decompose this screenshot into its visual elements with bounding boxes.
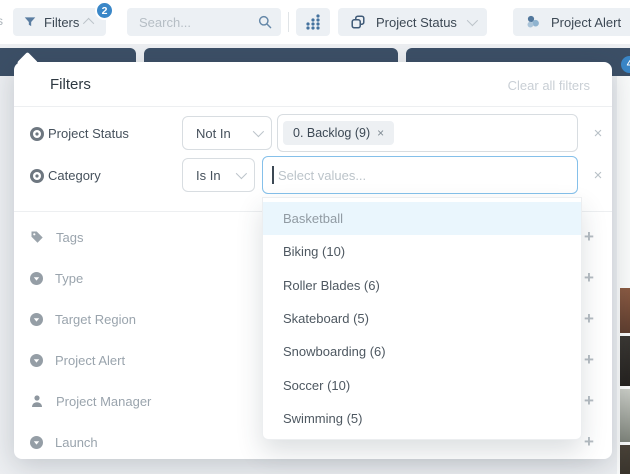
category-values-input[interactable] <box>262 156 578 194</box>
available-filter-label: Project Alert <box>55 353 125 368</box>
panel-title: Filters <box>50 76 91 93</box>
filter-field-label: Category <box>48 168 101 183</box>
add-filter-button[interactable]: + <box>580 309 598 329</box>
clear-all-filters-link[interactable]: Clear all filters <box>508 78 590 93</box>
tag-icon <box>30 230 44 244</box>
search-box <box>127 8 281 36</box>
project-alert-button[interactable]: Project Alert <box>513 8 630 36</box>
dropdown-option-snowboarding[interactable]: Snowboarding (6) <box>263 335 581 368</box>
person-icon <box>30 394 44 408</box>
chevron-down-icon <box>467 15 478 26</box>
toolbar: s Filters 2 <box>0 0 630 44</box>
filters-button-label: Filters <box>44 15 79 30</box>
status-ring-icon <box>30 127 44 141</box>
operator-value: Is In <box>196 168 221 183</box>
search-icon <box>257 14 273 30</box>
operator-select[interactable]: Not In <box>182 116 272 150</box>
group-by-label: Project Status <box>376 15 457 30</box>
add-filter-button[interactable]: + <box>580 391 598 411</box>
dropdown-option-biking[interactable]: Biking (10) <box>263 235 581 268</box>
add-filter-button[interactable]: + <box>580 350 598 370</box>
available-filter-label: Launch <box>55 435 98 450</box>
chip-remove-icon[interactable]: × <box>377 127 384 139</box>
dot-chart-icon <box>304 13 322 31</box>
card-photo-sliver <box>620 389 630 442</box>
available-filter-label: Target Region <box>55 312 136 327</box>
operator-select[interactable]: Is In <box>182 158 255 192</box>
chevron-up-icon <box>83 18 94 29</box>
circle-chevron-icon <box>30 313 43 326</box>
category-options-dropdown: Basketball Biking (10) Roller Blades (6)… <box>262 197 582 440</box>
circle-chevron-icon <box>30 354 43 367</box>
status-ring-icon <box>30 169 44 183</box>
card-photo-sliver <box>620 445 630 474</box>
group-by-project-status-button[interactable]: Project Status <box>338 8 487 36</box>
add-filter-button[interactable]: + <box>580 432 598 452</box>
filter-funnel-icon <box>23 15 37 29</box>
group-by-icon <box>350 14 366 30</box>
operator-value: Not In <box>196 126 231 141</box>
chevron-down-icon <box>236 168 247 179</box>
filters-count-badge: 2 <box>95 1 114 20</box>
remove-filter-button[interactable]: × <box>589 125 607 142</box>
chevron-down-icon <box>253 126 264 137</box>
divider <box>14 106 612 107</box>
remove-filter-button[interactable]: × <box>589 167 607 184</box>
available-filter-label: Tags <box>56 230 83 245</box>
filter-field-label: Project Status <box>48 126 129 141</box>
dropdown-option-roller-blades[interactable]: Roller Blades (6) <box>263 269 581 302</box>
circle-chevron-icon <box>30 272 43 285</box>
board-view-button[interactable] <box>296 8 330 36</box>
card-photo-sliver <box>620 336 630 386</box>
available-filter-label: Project Manager <box>56 394 151 409</box>
value-chip[interactable]: 0. Backlog (9) × <box>283 121 394 145</box>
project-alert-label: Project Alert <box>551 15 621 30</box>
dropdown-option-swimming[interactable]: Swimming (5) <box>263 402 581 435</box>
toolbar-divider <box>288 12 289 32</box>
add-filter-button[interactable]: + <box>580 227 598 247</box>
available-filter-label: Type <box>55 271 83 286</box>
dropdown-option-basketball[interactable]: Basketball <box>263 202 581 235</box>
circle-chevron-icon <box>30 436 43 449</box>
card-photo-sliver <box>620 288 630 333</box>
filters-toggle-button[interactable]: Filters <box>13 8 106 36</box>
value-chip-label: 0. Backlog (9) <box>293 126 370 140</box>
dropdown-option-soccer[interactable]: Soccer (10) <box>263 368 581 401</box>
add-filter-button[interactable]: + <box>580 268 598 288</box>
filter-values-box[interactable]: 0. Backlog (9) × <box>277 114 578 152</box>
search-input[interactable] <box>127 15 251 30</box>
clipped-text-fragment: s <box>0 14 3 28</box>
text-cursor <box>272 166 274 184</box>
app-window: 4 s Filters 2 <box>0 0 630 474</box>
dropdown-option-skateboard[interactable]: Skateboard (5) <box>263 302 581 335</box>
people-cluster-icon <box>525 14 541 30</box>
